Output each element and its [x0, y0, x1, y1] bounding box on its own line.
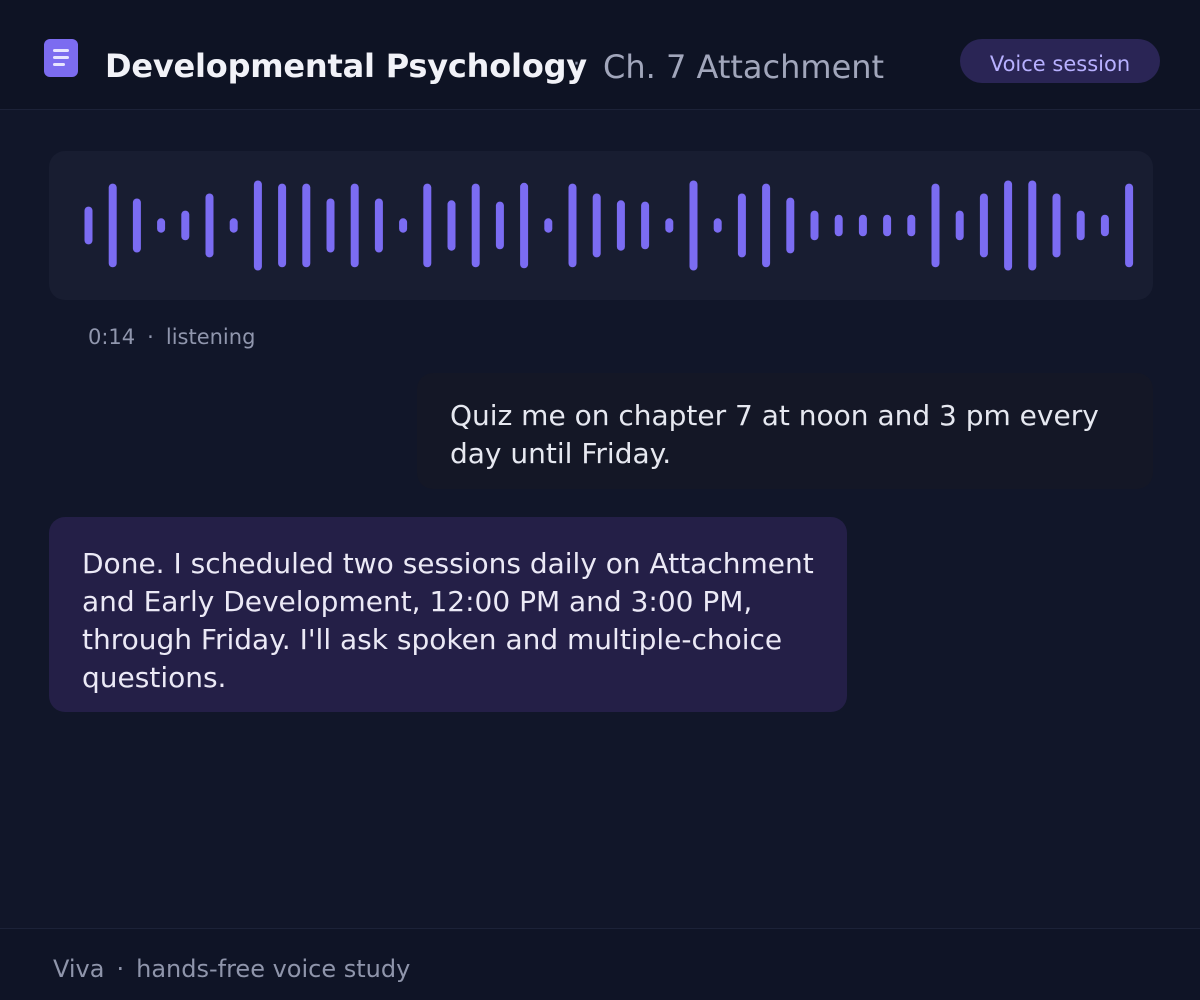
app-footer: Viva · hands-free voice study — [0, 928, 1200, 1000]
footer-caption: Viva · hands-free voice study — [53, 955, 410, 983]
waveform-bar — [326, 198, 335, 253]
waveform-bar — [544, 218, 553, 233]
waveform-bar — [253, 180, 262, 271]
waveform-bar — [181, 210, 190, 241]
waveform-panel — [49, 151, 1153, 300]
waveform-bar — [689, 180, 698, 271]
waveform-bar — [616, 200, 625, 251]
waveform-bar — [713, 218, 722, 233]
waveform-bar — [423, 183, 432, 268]
waveform-bar — [979, 193, 988, 258]
waveform-bar — [1076, 210, 1085, 241]
waveform-bar — [157, 218, 166, 233]
tagline: hands-free voice study — [136, 955, 411, 983]
waveform-bar — [1100, 214, 1109, 237]
chapter-label: Ch. 7 Attachment — [603, 48, 885, 86]
waveform-bar — [834, 214, 843, 237]
page-title: Developmental Psychology — [105, 47, 587, 85]
user-message-text: Quiz me on chapter 7 at noon and 3 pm ev… — [450, 399, 1099, 470]
waveform-bar — [399, 218, 408, 233]
waveform-bar — [1052, 193, 1061, 258]
brand-name: Viva — [53, 955, 105, 983]
waveform-bar — [84, 206, 93, 245]
listening-state: listening — [165, 325, 256, 349]
waveform-bar — [955, 210, 964, 241]
elapsed-time: 0:14 — [88, 325, 136, 349]
waveform-bar — [520, 182, 529, 269]
waveform-bar — [641, 201, 650, 250]
waveform-bar — [302, 183, 311, 268]
app-header: Developmental Psychology · Ch. 7 Attachm… — [0, 0, 1200, 110]
voice-session-badge[interactable]: Voice session — [960, 39, 1160, 83]
waveform-bar — [1125, 183, 1134, 268]
waveform-bar — [229, 218, 238, 233]
waveform-bar — [665, 218, 674, 233]
waveform-bar — [1028, 180, 1037, 271]
waveform-bar — [471, 183, 480, 268]
waveform-bar — [132, 198, 141, 253]
waveform-visualizer — [84, 180, 1134, 271]
recording-status: 0:14 · listening — [88, 325, 255, 349]
waveform-bar — [883, 214, 892, 237]
title-separator: · — [573, 52, 580, 77]
waveform-bar — [447, 200, 456, 251]
footer-separator: · — [116, 955, 125, 983]
waveform-bar — [592, 193, 601, 258]
document-icon — [44, 39, 78, 77]
status-separator: · — [147, 325, 154, 349]
waveform-bar — [907, 214, 916, 237]
assistant-message: Done. I scheduled two sessions daily on … — [49, 517, 847, 712]
waveform-bar — [205, 193, 214, 258]
waveform-bar — [108, 183, 117, 268]
waveform-bar — [374, 198, 383, 253]
waveform-bar — [1004, 180, 1013, 271]
assistant-message-text: Done. I scheduled two sessions daily on … — [82, 547, 814, 694]
waveform-bar — [350, 183, 359, 268]
waveform-bar — [931, 183, 940, 268]
waveform-bar — [278, 183, 287, 268]
waveform-bar — [737, 193, 746, 258]
waveform-bar — [786, 197, 795, 254]
waveform-bar — [762, 183, 771, 268]
waveform-bar — [810, 210, 819, 241]
waveform-bar — [495, 201, 504, 250]
waveform-bar — [858, 214, 867, 237]
waveform-bar — [568, 183, 577, 268]
user-message: Quiz me on chapter 7 at noon and 3 pm ev… — [417, 373, 1153, 489]
